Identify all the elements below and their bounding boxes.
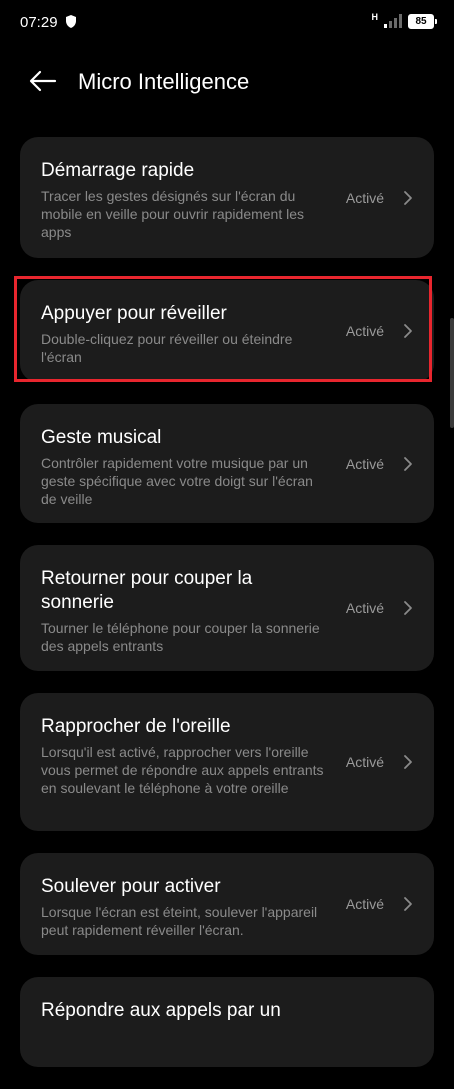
status-indicators: H 85 xyxy=(371,12,437,29)
page-title: Micro Intelligence xyxy=(78,69,250,94)
chevron-right-icon xyxy=(404,456,412,471)
setting-status: Activé xyxy=(345,600,384,616)
settings-list: Démarrage rapide Tracer les gestes désig… xyxy=(20,137,434,1089)
setting-status: Activé xyxy=(345,896,384,912)
setting-title: Répondre aux appels par un xyxy=(41,1000,281,1021)
shield-icon xyxy=(66,15,76,28)
status-bar: 07:29 H 85 xyxy=(0,0,454,44)
setting-answer-calls[interactable]: Répondre aux appels par un xyxy=(20,977,434,1067)
setting-description: Tourner le téléphone pour couper la sonn… xyxy=(41,620,320,654)
chevron-right-icon xyxy=(404,324,412,338)
setting-description: Tracer les gestes désignés sur l'écran d… xyxy=(41,188,305,240)
battery-icon: 85 xyxy=(408,13,437,29)
chevron-right-icon xyxy=(404,601,412,615)
setting-description: Double-cliquez pour réveiller ou éteindr… xyxy=(41,331,293,365)
setting-title: Soulever pour activer xyxy=(41,876,221,897)
setting-quick-launch[interactable]: Démarrage rapide Tracer les gestes désig… xyxy=(20,137,434,258)
setting-description: Lorsqu'il est activé, rapprocher vers l'… xyxy=(41,744,324,796)
back-button[interactable] xyxy=(28,66,58,96)
setting-music-gesture[interactable]: Geste musical Contrôler rapidement votre… xyxy=(20,404,434,523)
signal-strength-icon xyxy=(384,14,402,28)
page-header: Micro Intelligence xyxy=(0,56,454,106)
chevron-right-icon xyxy=(404,755,412,769)
arrow-left-icon xyxy=(29,70,57,92)
setting-title: Rapprocher de l'oreille xyxy=(41,716,231,737)
setting-status: Activé xyxy=(345,323,384,339)
setting-tap-to-wake[interactable]: Appuyer pour réveiller Double-cliquez po… xyxy=(20,280,434,382)
scrollbar[interactable] xyxy=(450,318,454,428)
network-type-label: H xyxy=(371,12,379,22)
setting-description: Contrôler rapidement votre musique par u… xyxy=(41,455,313,507)
setting-title: Geste musical xyxy=(41,427,162,448)
setting-description: Lorsque l'écran est éteint, soulever l'a… xyxy=(41,904,318,938)
setting-title: Démarrage rapide xyxy=(41,160,195,181)
setting-lift-to-wake[interactable]: Soulever pour activer Lorsque l'écran es… xyxy=(20,853,434,955)
setting-title: Appuyer pour réveiller xyxy=(41,303,227,324)
setting-status: Activé xyxy=(345,189,384,206)
setting-flip-to-mute[interactable]: Retourner pour couper la sonnerie Tourne… xyxy=(20,545,434,671)
status-time: 07:29 xyxy=(20,14,58,31)
setting-raise-to-ear[interactable]: Rapprocher de l'oreille Lorsqu'il est ac… xyxy=(20,693,434,831)
setting-status: Activé xyxy=(345,455,384,472)
chevron-right-icon xyxy=(404,897,412,911)
setting-title: Retourner pour couper la sonnerie xyxy=(41,568,253,613)
setting-status: Activé xyxy=(345,754,384,770)
chevron-right-icon xyxy=(404,190,412,205)
